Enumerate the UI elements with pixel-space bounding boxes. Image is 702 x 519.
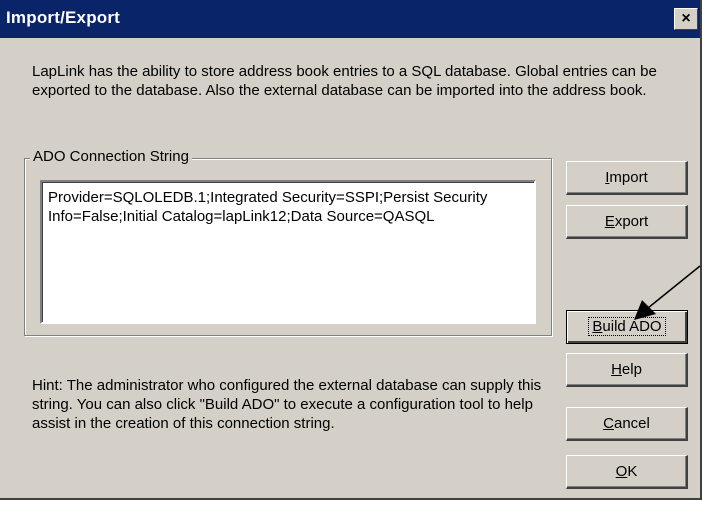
description-text: LapLink has the ability to store address…: [32, 63, 657, 99]
import-button-label: Import: [605, 169, 648, 186]
hint-text: Hint: The administrator who configured t…: [32, 377, 542, 432]
import-export-dialog: Import/Export × LapLink has the ability …: [0, 0, 702, 500]
window-title: Import/Export: [6, 8, 121, 27]
build-ado-button-label: Build ADO: [588, 317, 666, 336]
cancel-button[interactable]: Cancel: [566, 407, 688, 441]
cancel-button-label: Cancel: [603, 415, 650, 432]
help-button-label: Help: [611, 361, 642, 378]
close-icon: ×: [681, 10, 691, 27]
close-button[interactable]: ×: [674, 8, 698, 30]
ok-button-label: OK: [615, 463, 638, 480]
export-button-label: Export: [604, 213, 649, 230]
help-button[interactable]: Help: [566, 353, 688, 387]
import-button[interactable]: Import: [566, 161, 688, 195]
title-bar[interactable]: Import/Export ×: [0, 0, 700, 38]
build-ado-button[interactable]: Build ADO: [566, 310, 688, 344]
ok-button[interactable]: OK: [566, 455, 688, 489]
export-button[interactable]: Export: [566, 205, 688, 239]
connection-string-textarea[interactable]: Provider=SQLOLEDB.1;Integrated Security=…: [40, 180, 536, 324]
connection-string-group-label: ADO Connection String: [30, 148, 192, 165]
